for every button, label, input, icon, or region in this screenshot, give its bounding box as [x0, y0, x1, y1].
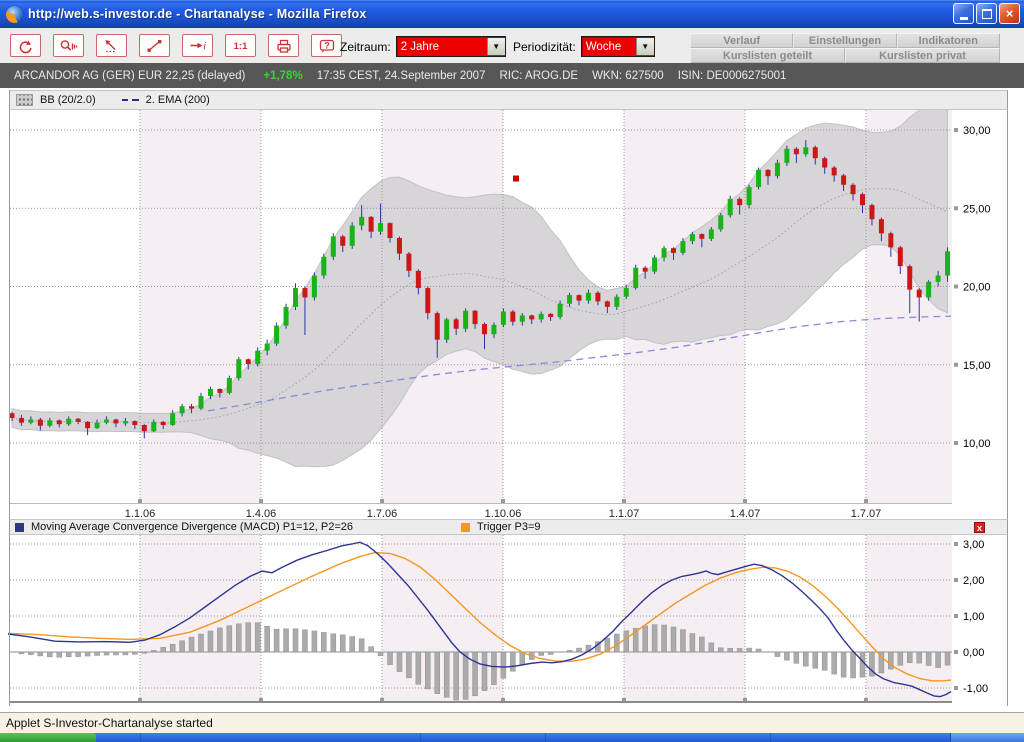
zeitraum-select[interactable]: 2 Jahre ▼ — [396, 36, 506, 57]
zeitraum-group: Zeitraum: 2 Jahre ▼ — [340, 36, 506, 57]
restore-button[interactable] — [976, 3, 997, 24]
nav-button-indikatoren[interactable]: Indikatoren — [897, 33, 1000, 48]
print-button[interactable] — [268, 34, 299, 57]
macd-legend-label: Moving Average Convergence Divergence (M… — [31, 521, 353, 533]
svg-text:1,00: 1,00 — [963, 611, 984, 623]
periodizitaet-select[interactable]: Woche ▼ — [581, 36, 655, 57]
system-tray[interactable] — [950, 733, 1024, 742]
info-arrow-button[interactable]: i — [182, 34, 213, 57]
svg-text:1.4.07: 1.4.07 — [730, 508, 761, 519]
svg-text:1.7.07: 1.7.07 — [851, 508, 882, 519]
svg-text:i: i — [203, 41, 206, 52]
minimize-icon — [960, 17, 968, 20]
chart-toolbar: i 1:1? Zeitraum: 2 Jahre ▼ Periodizität: … — [0, 28, 1024, 64]
ric-code: RIC: AROG.DE — [499, 70, 578, 82]
wkn-code: WKN: 627500 — [592, 70, 664, 82]
nav-button-verlauf[interactable]: Verlauf — [690, 33, 793, 48]
nav-button-kurslisten-geteilt[interactable]: Kurslisten geteilt — [690, 48, 845, 63]
close-button[interactable]: × — [999, 3, 1020, 24]
refresh-icon — [16, 38, 36, 54]
main-chart-legend: BB (20/2.0) 2. EMA (200) — [9, 90, 1008, 110]
svg-text:1.1.06: 1.1.06 — [125, 508, 156, 519]
firefox-window: http://web.s-investor.de - Chartanalyse … — [0, 0, 1024, 742]
ema-swatch-icon — [122, 99, 139, 101]
svg-text:15,00: 15,00 — [963, 360, 991, 372]
start-button[interactable] — [0, 733, 96, 742]
print-icon — [274, 38, 294, 54]
instrument-info-bar: ARCANDOR AG (GER) EUR 22,25 (delayed) +1… — [0, 63, 1024, 88]
pointer-icon — [102, 38, 122, 54]
trendline-icon — [145, 38, 165, 54]
svg-text:?: ? — [324, 40, 330, 50]
status-bar: Applet S-Investor-Chartanalyse started — [0, 712, 1024, 733]
chevron-down-icon[interactable]: ▼ — [636, 38, 654, 55]
nav-button-block: VerlaufEinstellungenIndikatoren Kurslist… — [690, 33, 1000, 63]
trigger-legend-label: Trigger P3=9 — [477, 521, 541, 533]
svg-text:2,00: 2,00 — [963, 575, 984, 587]
minimize-button[interactable] — [953, 3, 974, 24]
close-icon: × — [1006, 6, 1014, 21]
help-button[interactable]: ? — [311, 34, 342, 57]
svg-text:20,00: 20,00 — [963, 282, 991, 294]
bollinger-legend-label: BB (20/2.0) — [40, 94, 96, 106]
zeitraum-value: 2 Jahre — [397, 41, 487, 53]
trigger-swatch-icon — [461, 523, 470, 532]
periodizitaet-group: Periodizität: Woche ▼ — [513, 36, 655, 57]
svg-text:25,00: 25,00 — [963, 203, 991, 215]
svg-text:0,00: 0,00 — [963, 647, 984, 659]
close-icon: x — [977, 523, 982, 533]
restore-icon — [982, 9, 992, 19]
svg-text:10,00: 10,00 — [963, 438, 991, 450]
svg-text:-1,00: -1,00 — [963, 683, 988, 695]
refresh-button[interactable] — [10, 34, 41, 57]
window-title: http://web.s-investor.de - Chartanalyse … — [28, 7, 367, 21]
nav-button-einstellungen[interactable]: Einstellungen — [793, 33, 896, 48]
help-icon: ? — [317, 38, 337, 54]
zeitraum-label: Zeitraum: — [340, 40, 391, 54]
info-arrow-icon: i — [188, 38, 208, 54]
svg-text:30,00: 30,00 — [963, 125, 991, 137]
windows-taskbar[interactable] — [0, 733, 1024, 742]
macd-legend: Moving Average Convergence Divergence (M… — [9, 519, 1008, 535]
zoom-button[interactable] — [53, 34, 84, 57]
titlebar[interactable]: http://web.s-investor.de - Chartanalyse … — [0, 0, 1024, 28]
isin-code: ISIN: DE0006275001 — [678, 70, 787, 82]
status-text: Applet S-Investor-Chartanalyse started — [6, 716, 213, 730]
svg-text:1.4.06: 1.4.06 — [246, 508, 277, 519]
one-to-one-icon: 1:1 — [231, 38, 251, 54]
svg-text:1:1: 1:1 — [233, 41, 247, 52]
change-percent: +1,78% — [263, 70, 302, 82]
svg-text:1.1.07: 1.1.07 — [609, 508, 640, 519]
one-to-one-button[interactable]: 1:1 — [225, 34, 256, 57]
trendline-button[interactable] — [139, 34, 170, 57]
nav-button-kurslisten-privat[interactable]: Kurslisten privat — [845, 48, 1000, 63]
bollinger-swatch-icon — [16, 94, 33, 106]
macd-chart[interactable]: 3,00 2,00 1,00 0,00 -1,00 — [0, 535, 1024, 706]
instrument-name: ARCANDOR AG (GER) EUR 22,25 (delayed) — [14, 70, 245, 82]
periodizitaet-value: Woche — [582, 41, 636, 53]
macd-swatch-icon — [15, 523, 24, 532]
close-indicator-button[interactable]: x — [974, 522, 985, 533]
svg-text:3,00: 3,00 — [963, 539, 984, 551]
firefox-icon — [6, 6, 23, 23]
svg-text:1.7.06: 1.7.06 — [367, 508, 398, 519]
zoom-icon — [59, 38, 79, 54]
ema-legend-label: 2. EMA (200) — [146, 94, 210, 106]
svg-text:1.10.06: 1.10.06 — [485, 508, 522, 519]
pointer-button[interactable] — [96, 34, 127, 57]
quote-datetime: 17:35 CEST, 24.September 2007 — [317, 70, 486, 82]
main-candlestick-chart[interactable]: 1.1.06 1.4.06 1.7.06 1.10.06 1.1.07 1.4.07 1.7… — [0, 110, 1024, 519]
chevron-down-icon[interactable]: ▼ — [487, 38, 505, 55]
periodizitaet-label: Periodizität: — [513, 40, 576, 54]
